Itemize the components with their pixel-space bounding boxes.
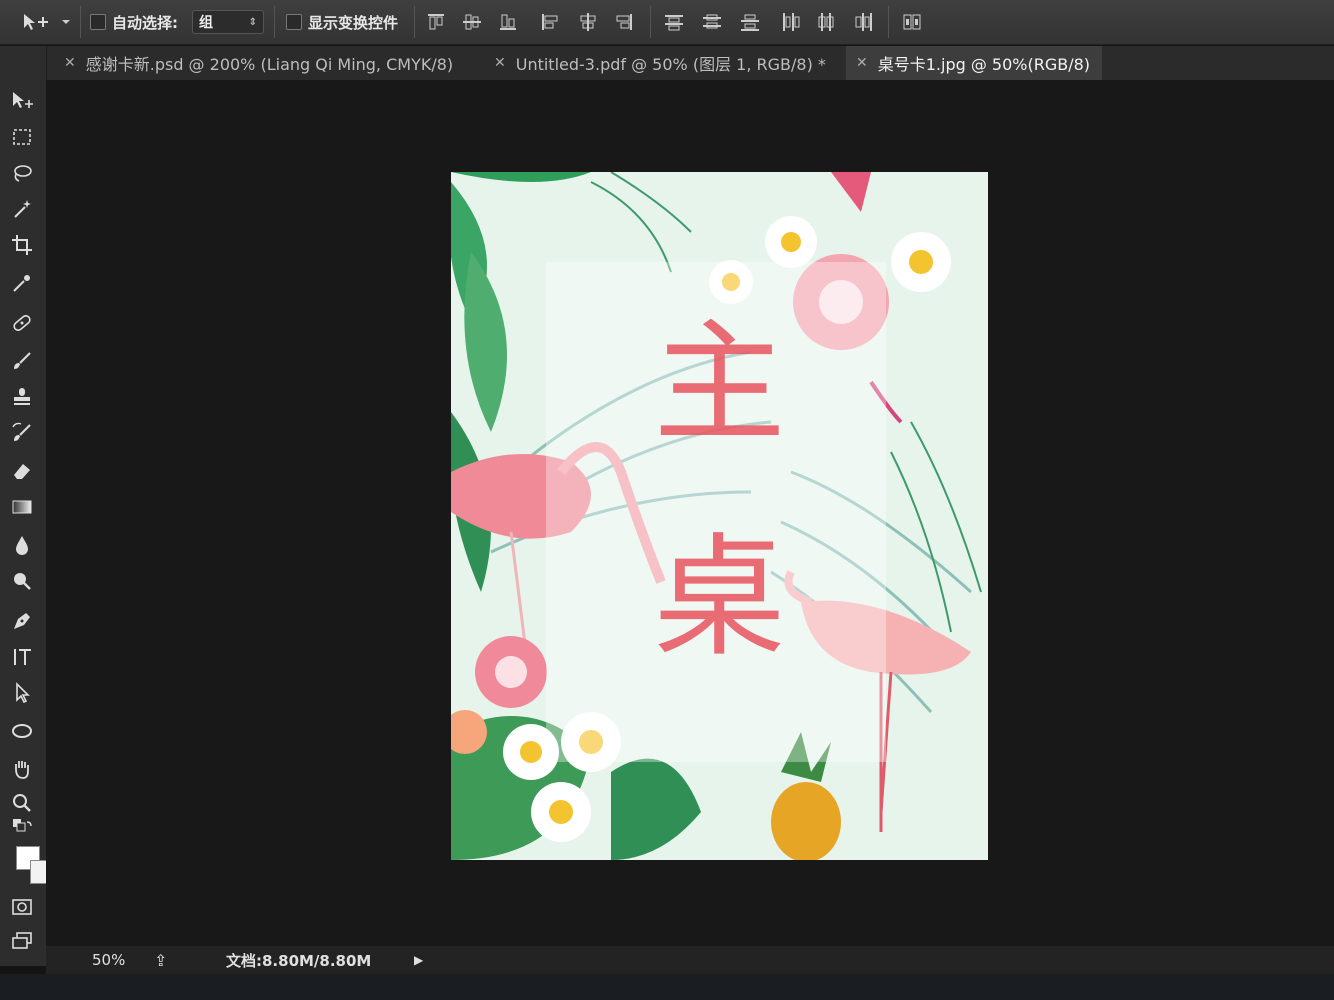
zoom-level[interactable]: 50% xyxy=(92,951,125,969)
brush-tool-icon[interactable] xyxy=(6,346,38,376)
align-horizontal-centers-icon[interactable] xyxy=(578,12,598,32)
tab-label: Untitled-3.pdf @ 50% (图层 1, RGB/8) * xyxy=(515,55,826,74)
tab-ganxieka[interactable]: ✕ 感谢卡新.psd @ 200% (Liang Qi Ming, CMYK/8… xyxy=(54,46,482,80)
separator xyxy=(274,6,275,38)
separator xyxy=(650,6,651,38)
move-tool-preset-icon[interactable] xyxy=(22,0,70,44)
auto-select-label: 自动选择: xyxy=(112,13,178,32)
tab-label: 桌号卡1.jpg @ 50%(RGB/8) xyxy=(877,55,1091,74)
status-bar: 50% ⇪ 文档:8.80M/8.80M ▶ xyxy=(46,946,1334,974)
healing-brush-icon[interactable] xyxy=(6,308,38,338)
tools-panel xyxy=(0,46,54,966)
status-menu-arrow-icon[interactable]: ▶ xyxy=(414,953,423,967)
auto-select-checkbox[interactable]: 自动选择: xyxy=(90,0,178,44)
auto-select-value: 组 xyxy=(199,15,213,31)
zoom-tool-icon[interactable] xyxy=(6,788,38,818)
align-right-edges-icon[interactable] xyxy=(614,12,634,32)
separator xyxy=(888,6,889,38)
path-selection-icon[interactable] xyxy=(6,678,38,708)
options-bar: 自动选择: 组 ⇕ 显示变换控件 xyxy=(0,0,1334,45)
distribute-vertical-centers-icon[interactable] xyxy=(702,12,722,32)
distribute-bottom-icon[interactable] xyxy=(740,12,760,32)
close-icon[interactable]: ✕ xyxy=(856,55,868,71)
distribute-top-icon[interactable] xyxy=(664,12,684,32)
blur-tool-icon[interactable] xyxy=(6,530,38,560)
close-icon[interactable]: ✕ xyxy=(494,55,506,71)
magic-wand-icon[interactable] xyxy=(6,194,38,224)
separator xyxy=(414,6,415,38)
quick-mask-icon[interactable] xyxy=(6,892,38,922)
updown-arrows-icon: ⇕ xyxy=(248,16,257,28)
distribute-left-icon[interactable] xyxy=(780,12,800,32)
tab-zhuohaoka[interactable]: ✕ 桌号卡1.jpg @ 50%(RGB/8) xyxy=(846,46,1102,80)
close-icon[interactable]: ✕ xyxy=(64,55,76,71)
history-brush-icon[interactable] xyxy=(6,418,38,448)
auto-align-layers-icon[interactable] xyxy=(902,12,922,32)
swap-colors-icon[interactable] xyxy=(6,818,38,838)
table-label-char-2: 桌 xyxy=(653,521,786,675)
eraser-icon[interactable] xyxy=(6,456,38,486)
checkbox-box[interactable] xyxy=(286,14,302,30)
show-transform-controls-checkbox[interactable]: 显示变换控件 xyxy=(286,0,398,44)
eyedropper-icon[interactable] xyxy=(6,268,38,298)
align-bottom-edges-icon[interactable] xyxy=(498,12,518,32)
ellipse-tool-icon[interactable] xyxy=(6,716,38,746)
dodge-tool-icon[interactable] xyxy=(6,566,38,596)
type-tool-icon[interactable] xyxy=(6,642,38,672)
move-tool-icon[interactable] xyxy=(6,86,38,116)
pen-tool-icon[interactable] xyxy=(6,606,38,636)
crop-tool-icon[interactable] xyxy=(6,230,38,260)
table-label-char-1: 主 xyxy=(653,307,786,461)
tab-untitled-3[interactable]: ✕ Untitled-3.pdf @ 50% (图层 1, RGB/8) * xyxy=(484,46,838,80)
screen-mode-icon[interactable] xyxy=(6,926,38,956)
document-size: 文档:8.80M/8.80M xyxy=(226,951,372,970)
distribute-horizontal-centers-icon[interactable] xyxy=(816,12,836,32)
show-transform-label: 显示变换控件 xyxy=(308,13,399,32)
align-left-edges-icon[interactable] xyxy=(540,12,560,32)
bottom-edge xyxy=(0,974,1334,1000)
clone-stamp-icon[interactable] xyxy=(6,382,38,412)
marquee-tool-icon[interactable] xyxy=(6,122,38,152)
tropical-artwork xyxy=(451,172,988,860)
hand-tool-icon[interactable] xyxy=(6,754,38,784)
separator xyxy=(80,6,81,38)
gradient-tool-icon[interactable] xyxy=(6,492,38,522)
document-tab-bar: ✕ 感谢卡新.psd @ 200% (Liang Qi Ming, CMYK/8… xyxy=(46,46,1334,80)
distribute-right-icon[interactable] xyxy=(854,12,874,32)
auto-select-dropdown[interactable]: 组 ⇕ xyxy=(192,0,264,44)
align-top-edges-icon[interactable] xyxy=(426,12,446,32)
align-vertical-centers-icon[interactable] xyxy=(462,12,482,32)
lasso-tool-icon[interactable] xyxy=(6,158,38,188)
document-image[interactable]: 主 桌 xyxy=(451,172,988,860)
tab-label: 感谢卡新.psd @ 200% (Liang Qi Ming, CMYK/8) xyxy=(85,55,454,74)
checkbox-box[interactable] xyxy=(90,14,106,30)
share-icon[interactable]: ⇪ xyxy=(154,951,167,970)
